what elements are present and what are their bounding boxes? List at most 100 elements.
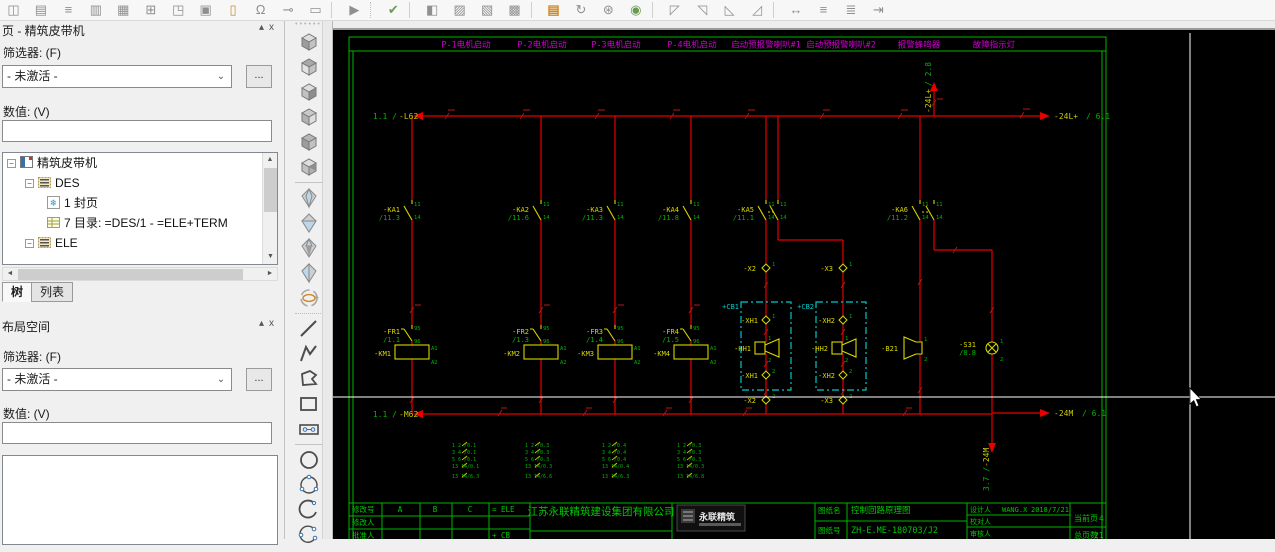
clipboard-icon[interactable]: ▣ bbox=[194, 0, 217, 20]
circle-3point-tool[interactable] bbox=[296, 473, 322, 497]
sheet-name: 控制回路原理图 bbox=[851, 505, 911, 516]
layout-filter-browse-button[interactable]: ... bbox=[246, 368, 272, 391]
details-view-icon[interactable]: ▥ bbox=[84, 0, 107, 20]
view-cube-side-tool[interactable] bbox=[296, 105, 322, 129]
canvas-scrollbar[interactable] bbox=[322, 21, 333, 539]
view-cube-back-tool[interactable] bbox=[296, 130, 322, 154]
device-tag: -FR2 bbox=[512, 328, 529, 336]
toolbar-separator bbox=[409, 2, 416, 18]
corner-tl-icon[interactable]: ◸ bbox=[663, 0, 686, 20]
gem-view-1-tool[interactable] bbox=[296, 186, 322, 210]
layout-filter-combobox[interactable]: - 未激活 - ⌄ bbox=[2, 368, 232, 391]
tree-item-toc-page[interactable]: 7 目录: =DES/1 - =ELE+TERM bbox=[3, 213, 277, 233]
scroll-up-icon[interactable]: ▲ bbox=[263, 153, 277, 167]
layout-space-list[interactable] bbox=[2, 455, 278, 545]
scrollbar-thumb[interactable] bbox=[18, 269, 243, 280]
navigate-run-icon[interactable]: ▶ bbox=[343, 0, 366, 20]
wire-net bbox=[411, 89, 1042, 446]
scroll-down-icon[interactable]: ▼ bbox=[263, 250, 277, 264]
align-rows-icon[interactable]: ≡ bbox=[812, 0, 835, 20]
frame-8-icon[interactable]: ▤ bbox=[542, 0, 565, 20]
filter-browse-button[interactable]: ... bbox=[246, 65, 272, 88]
scroll-left-icon[interactable]: ◄ bbox=[3, 268, 17, 280]
settings-gear-icon[interactable]: ⊛ bbox=[597, 0, 620, 20]
terminal-strip-icon[interactable]: ▭ bbox=[304, 0, 327, 20]
measure-icon[interactable]: ↔ bbox=[785, 0, 808, 20]
gem-view-4-tool[interactable] bbox=[296, 261, 322, 285]
scroll-right-icon[interactable]: ► bbox=[263, 268, 277, 280]
collapse-panel-icon[interactable]: ▴ bbox=[259, 22, 269, 33]
view-cube-top-tool[interactable] bbox=[296, 55, 322, 79]
tree-item-project[interactable]: − 精筑皮带机 bbox=[3, 153, 277, 173]
polygon-tool[interactable] bbox=[296, 367, 322, 391]
hatch-c-icon[interactable]: ▩ bbox=[503, 0, 526, 20]
pages-panel-titlebar[interactable]: 页 - 精筑皮带机 ▴x bbox=[0, 22, 283, 38]
rectangle-2point-tool[interactable] bbox=[296, 417, 322, 441]
window-icon[interactable]: ◫ bbox=[2, 0, 25, 20]
tab-list[interactable]: 列表 bbox=[31, 282, 74, 302]
corner-br-icon[interactable]: ◿ bbox=[746, 0, 769, 20]
tree-item-des[interactable]: − DES bbox=[3, 173, 277, 193]
chevron-down-icon[interactable]: ⌄ bbox=[212, 67, 230, 86]
align-list-icon[interactable]: ≣ bbox=[839, 0, 862, 20]
filter-value-input[interactable] bbox=[2, 120, 272, 142]
auditor-label: 审核人 bbox=[970, 529, 991, 538]
page-properties-icon[interactable]: ▤ bbox=[29, 0, 52, 20]
frame-corner-icon[interactable]: ◳ bbox=[167, 0, 190, 20]
mouse-icon[interactable]: ◉ bbox=[624, 0, 647, 20]
layout-panel-title: 布局空间 bbox=[2, 320, 51, 334]
refresh-icon[interactable]: ↻ bbox=[569, 0, 592, 20]
list-view-icon[interactable]: ≡ bbox=[57, 0, 80, 20]
layout-panel-titlebar[interactable]: 布局空间 ▴x bbox=[0, 318, 283, 334]
view-cube-iso-tool[interactable] bbox=[296, 30, 322, 54]
cross-ref: /11.2 bbox=[887, 214, 908, 222]
rotate-view-tool[interactable] bbox=[296, 286, 322, 310]
svg-text:14: 14 bbox=[922, 215, 929, 221]
view-cube-corner-tool[interactable] bbox=[296, 155, 322, 179]
omega-symbol-icon[interactable]: Ω bbox=[249, 0, 272, 20]
collapse-minus-icon[interactable]: − bbox=[25, 239, 34, 248]
bus-name: -24M bbox=[982, 448, 991, 467]
tree-item-ele[interactable]: − ELE bbox=[3, 233, 277, 253]
polyline-tool[interactable] bbox=[296, 342, 322, 366]
connector-icon[interactable]: ⊸ bbox=[277, 0, 300, 20]
panel-door-icon[interactable]: ▯ bbox=[222, 0, 245, 20]
layout-value-input[interactable] bbox=[2, 422, 272, 444]
drawing-canvas[interactable]: P-1电机启动 P-2电机启动 P-3电机启动 P-4电机启动 启动预报警喇叭#… bbox=[333, 21, 1275, 539]
device-box-icon[interactable]: ◧ bbox=[421, 0, 444, 20]
corner-bl-icon[interactable]: ◺ bbox=[718, 0, 741, 20]
hatch-a-icon[interactable]: ▨ bbox=[448, 0, 471, 20]
gem-view-3-tool[interactable] bbox=[296, 236, 322, 260]
svg-text:A1: A1 bbox=[431, 346, 438, 352]
hatch-b-icon[interactable]: ▧ bbox=[476, 0, 499, 20]
tab-stop-icon[interactable]: ⇥ bbox=[867, 0, 890, 20]
collapse-minus-icon[interactable]: − bbox=[25, 179, 34, 188]
device-tag: -KM1 bbox=[374, 350, 391, 358]
approver-label: 批准人 bbox=[352, 530, 375, 539]
tree-item-cover-page[interactable]: ❄ 1 封页 bbox=[3, 193, 277, 213]
circle-tool[interactable] bbox=[296, 448, 322, 472]
view-cube-front-tool[interactable] bbox=[296, 80, 322, 104]
arc-tool[interactable] bbox=[296, 498, 322, 522]
arc-3point-tool[interactable] bbox=[296, 523, 322, 547]
gem-view-2-tool[interactable] bbox=[296, 211, 322, 235]
verify-check-icon[interactable]: ✔ bbox=[382, 0, 405, 20]
rectangle-tool[interactable] bbox=[296, 392, 322, 416]
chevron-down-icon[interactable]: ⌄ bbox=[212, 370, 230, 389]
tab-tree[interactable]: 树 bbox=[2, 282, 33, 302]
collapse-panel-icon[interactable]: ▴ bbox=[259, 318, 269, 329]
line-tool[interactable] bbox=[296, 317, 322, 341]
pages-tree[interactable]: − 精筑皮带机 − DES ❄ 1 封页 7 目录: =DES/1 - =ELE+TE… bbox=[2, 152, 278, 265]
insert-grid-icon[interactable]: ⊞ bbox=[139, 0, 162, 20]
collapse-minus-icon[interactable]: − bbox=[7, 159, 16, 168]
corner-tr-icon[interactable]: ◹ bbox=[691, 0, 714, 20]
close-panel-icon[interactable]: x bbox=[269, 318, 279, 329]
scrollbar-thumb[interactable] bbox=[264, 168, 277, 212]
canvas-top-edge bbox=[333, 21, 1275, 30]
close-panel-icon[interactable]: x bbox=[269, 22, 279, 33]
tree-horizontal-scrollbar[interactable]: ◄ ► bbox=[2, 267, 278, 281]
tree-vertical-scrollbar[interactable]: ▲ ▼ bbox=[262, 153, 277, 264]
schematic-page[interactable]: P-1电机启动 P-2电机启动 P-3电机启动 P-4电机启动 启动预报警喇叭#… bbox=[333, 33, 1275, 539]
box-3d-icon[interactable]: ▦ bbox=[112, 0, 135, 20]
filter-combobox[interactable]: - 未激活 - ⌄ bbox=[2, 65, 232, 88]
